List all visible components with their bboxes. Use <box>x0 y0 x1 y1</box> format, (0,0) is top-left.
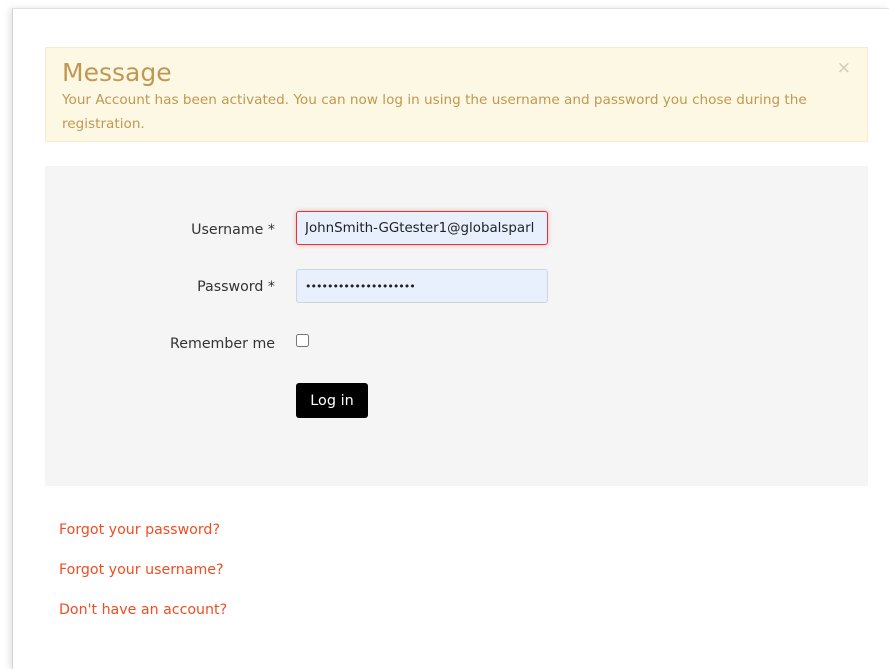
password-input[interactable] <box>296 269 548 303</box>
message-alert: Message Your Account has been activated.… <box>45 47 868 142</box>
username-label: Username * <box>191 222 275 238</box>
account-links: Forgot your password? Forgot your userna… <box>59 520 227 640</box>
alert-message-text: Your Account has been activated. You can… <box>62 92 807 132</box>
login-form: Username * Password * Remember me Log in <box>45 166 868 486</box>
alert-heading: Message <box>62 58 172 87</box>
password-label: Password * <box>197 279 275 295</box>
remember-me-checkbox[interactable] <box>296 334 309 347</box>
register-link[interactable]: Don't have an account? <box>59 600 227 640</box>
forgot-password-link[interactable]: Forgot your password? <box>59 520 227 560</box>
forgot-username-link[interactable]: Forgot your username? <box>59 560 227 600</box>
remember-me-label: Remember me <box>170 336 275 352</box>
username-input[interactable] <box>296 211 548 245</box>
login-button[interactable]: Log in <box>296 383 368 418</box>
close-icon[interactable]: × <box>837 58 851 78</box>
